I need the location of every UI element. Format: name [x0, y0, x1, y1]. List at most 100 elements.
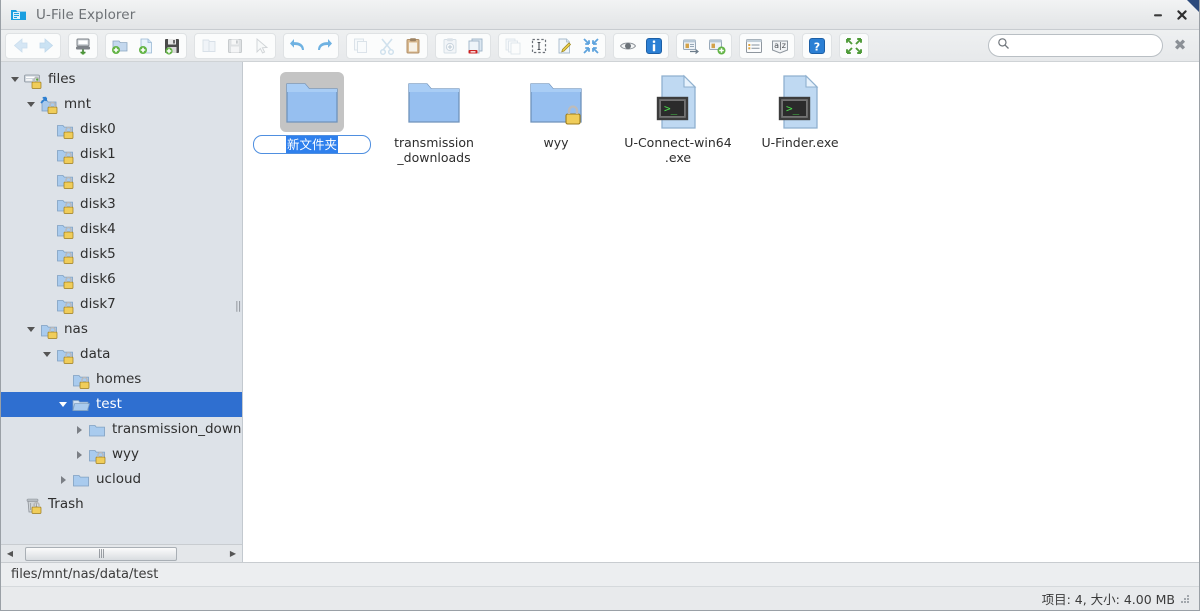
tree-item-label: disk4 [80, 221, 116, 237]
new-folder-button[interactable] [107, 34, 133, 58]
toolbar-group-clipboard [346, 32, 428, 59]
share-window-button[interactable] [678, 34, 704, 58]
folder-locked-icon [55, 120, 75, 140]
add-share-button[interactable] [704, 34, 730, 58]
file-item[interactable]: 新文件夹 [251, 70, 373, 165]
rename-pencil-button[interactable] [552, 34, 578, 58]
tree-item-wyy[interactable]: wyy [1, 442, 242, 467]
close-button[interactable] [1171, 4, 1193, 26]
tree-item-disk5[interactable]: disk5 [1, 242, 242, 267]
file-item[interactable]: >_ U-Connect-win64 .exe [617, 70, 739, 165]
tree-item-mnt[interactable]: mnt [1, 92, 242, 117]
tree-item-homes[interactable]: homes [1, 367, 242, 392]
tree-item-disk4[interactable]: disk4 [1, 217, 242, 242]
fullscreen-button[interactable] [841, 34, 867, 58]
rename-input[interactable]: 新文件夹 [253, 135, 371, 154]
toolbar-group-share [676, 32, 732, 59]
chevron-right-icon[interactable] [71, 442, 87, 467]
scroll-track[interactable]: ||| [17, 546, 226, 561]
info-button[interactable] [641, 34, 667, 58]
scroll-thumb[interactable]: ||| [25, 546, 177, 561]
tree-item-files[interactable]: files [1, 67, 242, 92]
tree-item-test[interactable]: test [1, 392, 242, 417]
tree-twisty-spacer [39, 117, 55, 142]
paste-special-button[interactable] [437, 34, 463, 58]
cut-button[interactable] [374, 34, 400, 58]
tree-item-trash[interactable]: Trash [1, 492, 242, 517]
redo-button[interactable] [311, 34, 337, 58]
help-button[interactable]: ? [804, 34, 830, 58]
back-button[interactable] [7, 34, 33, 58]
resize-grip-icon[interactable] [1179, 593, 1191, 605]
tree-item-label: disk3 [80, 196, 116, 212]
delete-file-button[interactable] [463, 34, 489, 58]
file-explorer-window: U-File Explorer a|z ? ✖ files mnt disk0 … [0, 0, 1200, 611]
open-folder-button[interactable] [196, 34, 222, 58]
toolbar-group-list: a|z [739, 32, 795, 59]
folder-locked-icon [55, 295, 75, 315]
tree-item-ucloud[interactable]: ucloud [1, 467, 242, 492]
chevron-down-icon[interactable] [39, 342, 55, 367]
file-item-label: U-Finder.exe [761, 135, 839, 150]
toolbar-group-create [105, 32, 187, 59]
file-pane[interactable]: 新文件夹 transmission _downloads wyy >_ U-Connec… [243, 62, 1199, 562]
new-file-button[interactable] [133, 34, 159, 58]
chevron-down-icon[interactable] [55, 392, 71, 417]
tree-item-disk6[interactable]: disk6 [1, 267, 242, 292]
path-bar[interactable]: files/mnt/nas/data/test [1, 562, 1199, 586]
folder-tree[interactable]: files mnt disk0 disk1 disk2 disk3 disk4 disk5 di… [1, 62, 242, 544]
undo-button[interactable] [285, 34, 311, 58]
tree-twisty-spacer [55, 367, 71, 392]
folder-locked-icon [55, 145, 75, 165]
sort-az-button[interactable]: a|z [767, 34, 793, 58]
select-all-button[interactable] [526, 34, 552, 58]
chevron-down-icon[interactable] [23, 317, 39, 342]
save-button[interactable] [159, 34, 185, 58]
file-item-label: transmission _downloads [394, 135, 474, 165]
clear-search-icon[interactable]: ✖ [1171, 36, 1189, 54]
toolbar-group-view [613, 32, 669, 59]
tree-item-data[interactable]: data [1, 342, 242, 367]
save-as-button[interactable] [222, 34, 248, 58]
paste-button[interactable] [400, 34, 426, 58]
svg-text:>_: >_ [786, 102, 800, 115]
tree-item-label: disk6 [80, 271, 116, 287]
mount-device-button[interactable] [70, 34, 96, 58]
tree-item-disk1[interactable]: disk1 [1, 142, 242, 167]
scroll-right-arrow[interactable]: ▶ [226, 547, 240, 561]
tree-item-disk7[interactable]: disk7 [1, 292, 242, 317]
chevron-down-icon[interactable] [23, 92, 39, 117]
duplicate-button[interactable] [500, 34, 526, 58]
select-pointer-button[interactable] [248, 34, 274, 58]
main-body: files mnt disk0 disk1 disk2 disk3 disk4 disk5 di… [1, 62, 1199, 562]
tree-item-nas[interactable]: nas [1, 317, 242, 342]
chevron-right-icon[interactable] [71, 417, 87, 442]
file-item[interactable]: transmission _downloads [373, 70, 495, 165]
minimize-button[interactable] [1147, 4, 1169, 26]
list-view-button[interactable] [741, 34, 767, 58]
arrows-in-button[interactable] [578, 34, 604, 58]
sidebar-horizontal-scrollbar[interactable]: ◀ ||| ▶ [1, 544, 242, 562]
file-item[interactable]: wyy [495, 70, 617, 165]
sidebar-resize-grip[interactable]: || [235, 298, 241, 314]
forward-button[interactable] [33, 34, 59, 58]
chevron-down-icon[interactable] [7, 67, 23, 92]
tree-item-label: disk0 [80, 121, 116, 137]
tree-twisty-spacer [39, 242, 55, 267]
search-box[interactable] [988, 34, 1163, 57]
scroll-left-arrow[interactable]: ◀ [3, 547, 17, 561]
copy-button[interactable] [348, 34, 374, 58]
tree-item-label: ucloud [96, 471, 142, 487]
tree-item-disk0[interactable]: disk0 [1, 117, 242, 142]
eye-button[interactable] [615, 34, 641, 58]
tree-item-transmission-downloads[interactable]: transmission_downloads [1, 417, 242, 442]
chevron-right-icon[interactable] [55, 467, 71, 492]
search-input[interactable] [1015, 37, 1162, 54]
status-text: 项目: 4, 大小: 4.00 MB [1041, 592, 1175, 607]
folder-locked-icon [55, 245, 75, 265]
tree-item-disk2[interactable]: disk2 [1, 167, 242, 192]
file-item[interactable]: >_ U-Finder.exe [739, 70, 861, 165]
tree-item-label: disk5 [80, 246, 116, 262]
tree-item-disk3[interactable]: disk3 [1, 192, 242, 217]
file-grid: 新文件夹 transmission _downloads wyy >_ U-Connec… [243, 70, 1199, 165]
